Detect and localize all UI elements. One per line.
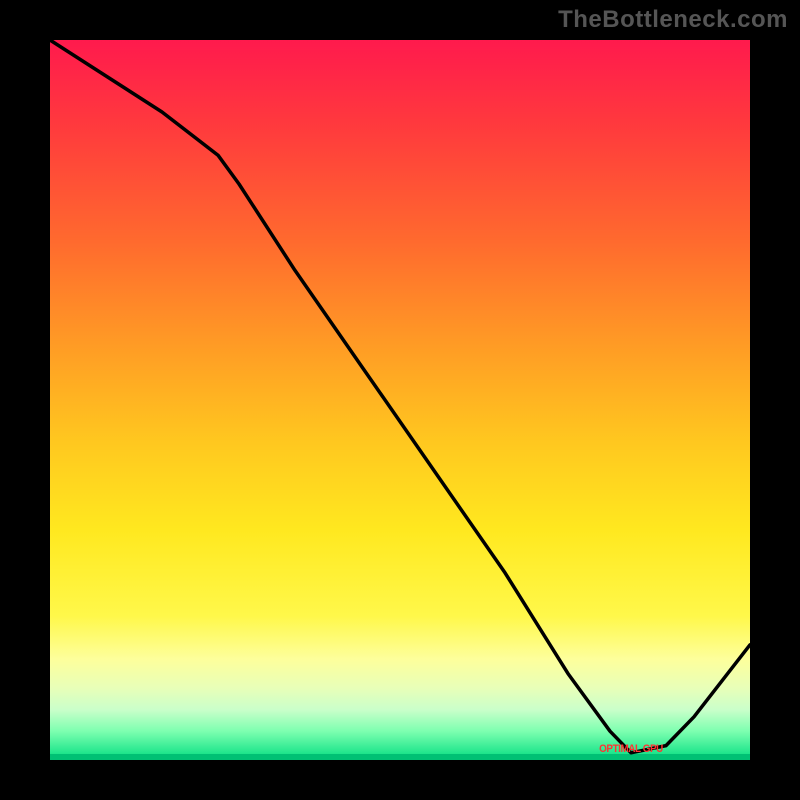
optimal-marker-label: OPTIMAL GPU [599,743,663,755]
bottleneck-curve [50,40,750,760]
attribution-text: TheBottleneck.com [558,6,788,34]
plot-area: OPTIMAL GPU [50,40,750,760]
chart-frame: TheBottleneck.com OPTIMAL GPU [0,0,800,800]
